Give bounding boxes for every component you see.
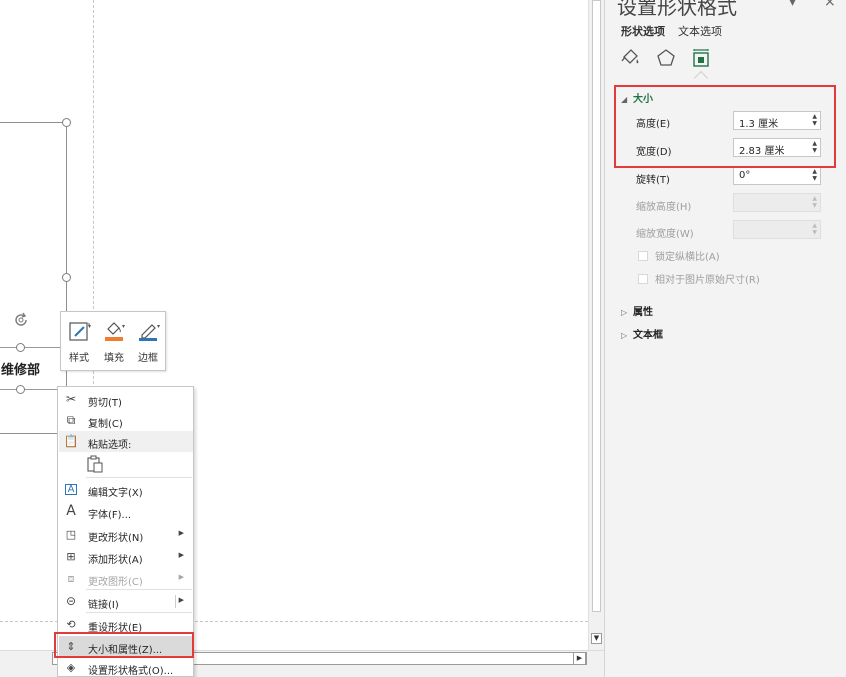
add-shape-icon: ⊞ [66, 550, 76, 563]
shape-border [0, 347, 60, 348]
submenu-arrow-icon: ▶ [178, 551, 184, 559]
svg-text:▾: ▾ [122, 323, 125, 330]
properties-section-header[interactable]: ▷ 属性 [621, 303, 653, 318]
shape-style-icon: ▾ [67, 319, 93, 343]
menu-separator [86, 477, 192, 478]
submenu-arrow-icon: ▶ [178, 529, 184, 537]
scale-width-label: 缩放宽度(W) [636, 229, 694, 240]
resize-handle[interactable] [62, 118, 71, 127]
selected-category-pointer [693, 70, 709, 86]
menu-item-cut[interactable]: ✂ 剪切(T) [59, 389, 193, 410]
tab-text-options[interactable]: 文本选项 [678, 23, 722, 39]
scrollbar-thumb[interactable] [592, 0, 601, 612]
effects-icon[interactable] [655, 47, 677, 69]
lock-aspect-checkbox: 锁定纵横比(A) [638, 248, 720, 263]
edit-text-icon: A [65, 484, 77, 495]
style-button[interactable]: ▾ 样式 [63, 316, 95, 368]
rotation-spinner[interactable]: 0° ▲ ▼ [733, 166, 821, 185]
pane-title: 设置形状格式 [617, 0, 737, 19]
scale-width-spinner: ▲ ▼ [733, 220, 821, 239]
reset-shape-icon: ⟲ [66, 618, 76, 631]
menu-separator [86, 612, 192, 613]
highlight-box [54, 632, 194, 658]
textbox-section-header[interactable]: ▷ 文本框 [621, 326, 663, 341]
copy-icon: ⧉ [66, 413, 76, 427]
change-shape-icon: ◳ [65, 528, 77, 541]
highlight-box [614, 85, 836, 168]
spinner-arrows-icon[interactable]: ▲ ▼ [812, 168, 817, 182]
connector-line [0, 122, 66, 123]
connector-line [0, 433, 60, 434]
submenu-arrow-icon: ▶ [178, 573, 184, 581]
scale-height-spinner: ▲ ▼ [733, 193, 821, 212]
size-properties-icon[interactable] [690, 47, 712, 69]
mini-toolbar: ▾ 样式 ▾ 填充 ▾ 边框 [60, 311, 166, 371]
rotation-label: 旋转(T) [636, 175, 670, 186]
pane-options-icon[interactable]: ▾ [789, 0, 796, 10]
fill-button[interactable]: ▾ 填充 [98, 316, 130, 368]
spinner-arrows-icon: ▲ ▼ [812, 195, 817, 209]
format-shape-icon: ◈ [66, 661, 76, 674]
menu-item-link[interactable]: ⊝ 链接(I) ▶ [59, 591, 193, 612]
menu-item-edit-text[interactable]: A 编辑文字(X) [59, 479, 193, 500]
format-shape-pane: 设置形状格式 ▾ × 形状选项 文本选项 ◢ 大小 高度(E) 1.3 厘米 ▲ ▼… [604, 0, 846, 677]
paste-icon: 📋 [63, 434, 79, 448]
vertical-scrollbar[interactable]: ▼ [588, 0, 604, 650]
svg-text:▾: ▾ [157, 323, 160, 330]
spinner-arrows-icon: ▲ ▼ [812, 222, 817, 236]
menu-item-paste-options: 📋 粘贴选项: [59, 431, 193, 452]
menu-item-font[interactable]: A 字体(F)... [59, 501, 193, 522]
menu-item-change-graphic: ⧈ 更改图形(C) ▶ [59, 568, 193, 589]
font-icon: A [66, 503, 76, 519]
scroll-right-button[interactable]: ▶ [573, 652, 586, 665]
outline-button[interactable]: ▾ 边框 [132, 316, 164, 368]
resize-handle[interactable] [16, 343, 25, 352]
fill-line-icon[interactable] [619, 47, 641, 69]
shape-text[interactable]: 维修部 [1, 359, 40, 378]
tab-shape-options[interactable]: 形状选项 [621, 23, 665, 39]
scroll-down-button[interactable]: ▼ [591, 633, 602, 644]
svg-text:▾: ▾ [88, 323, 91, 330]
relative-size-checkbox: 相对于图片原始尺寸(R) [638, 271, 760, 286]
menu-item-change-shape[interactable]: ◳ 更改形状(N) ▶ [59, 524, 193, 545]
close-icon[interactable]: × [824, 0, 836, 10]
submenu-arrow-icon[interactable]: ▶ [179, 596, 184, 604]
resize-handle[interactable] [16, 385, 25, 394]
paste-keep-source-icon[interactable] [86, 455, 104, 473]
fill-bucket-icon: ▾ [102, 319, 128, 343]
outline-pen-icon: ▾ [136, 319, 162, 343]
shape-border [0, 389, 60, 390]
menu-item-add-shape[interactable]: ⊞ 添加形状(A) ▶ [59, 546, 193, 567]
change-graphic-icon: ⧈ [67, 572, 75, 585]
menu-item-format-shape[interactable]: ◈ 设置形状格式(O)... [59, 657, 193, 677]
resize-handle[interactable] [62, 273, 71, 282]
scissors-icon: ✂ [65, 392, 77, 406]
rotate-icon[interactable] [12, 311, 30, 329]
menu-item-copy[interactable]: ⧉ 复制(C) [59, 410, 193, 431]
menu-separator [86, 589, 192, 590]
scale-height-label: 缩放高度(H) [636, 202, 692, 213]
link-icon: ⊝ [65, 594, 77, 608]
